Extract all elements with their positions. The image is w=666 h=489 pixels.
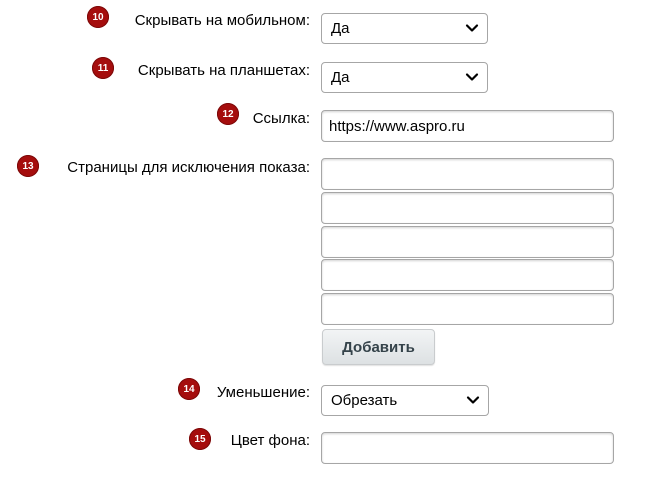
- hide-on-tablets-value: Да: [331, 69, 350, 86]
- link-label: Ссылка:: [252, 110, 310, 127]
- exclude-page-input-1[interactable]: [321, 158, 614, 190]
- background-color-label: Цвет фона:: [230, 432, 310, 449]
- hide-on-tablets-select[interactable]: Да: [321, 62, 488, 93]
- step-badge-15: 15: [189, 428, 211, 450]
- resize-select[interactable]: Обрезать: [321, 385, 489, 416]
- chevron-down-icon: [465, 23, 479, 32]
- hide-on-mobile-value: Да: [331, 20, 350, 37]
- step-badge-11: 11: [92, 57, 114, 79]
- exclude-page-input-5[interactable]: [321, 293, 614, 325]
- add-button[interactable]: Добавить: [322, 329, 435, 365]
- step-badge-13: 13: [17, 155, 39, 177]
- exclude-page-input-2[interactable]: [321, 192, 614, 224]
- resize-value: Обрезать: [331, 392, 398, 409]
- hide-on-mobile-label: Скрывать на мобильном:: [134, 12, 310, 29]
- link-input-value: https://www.aspro.ru: [329, 117, 465, 135]
- background-color-input[interactable]: [321, 432, 614, 464]
- hide-on-tablets-label: Скрывать на планшетах:: [137, 62, 310, 79]
- link-input[interactable]: https://www.aspro.ru: [321, 110, 614, 142]
- step-badge-10: 10: [87, 6, 109, 28]
- resize-label: Уменьшение:: [216, 384, 310, 401]
- chevron-down-icon: [465, 72, 479, 81]
- chevron-down-icon: [466, 395, 480, 404]
- step-badge-14: 14: [178, 378, 200, 400]
- step-badge-12: 12: [217, 103, 239, 125]
- exclude-page-input-3[interactable]: [321, 226, 614, 258]
- hide-on-mobile-select[interactable]: Да: [321, 13, 488, 44]
- exclude-pages-label: Страницы для исключения показа:: [67, 159, 310, 176]
- exclude-page-input-4[interactable]: [321, 259, 614, 291]
